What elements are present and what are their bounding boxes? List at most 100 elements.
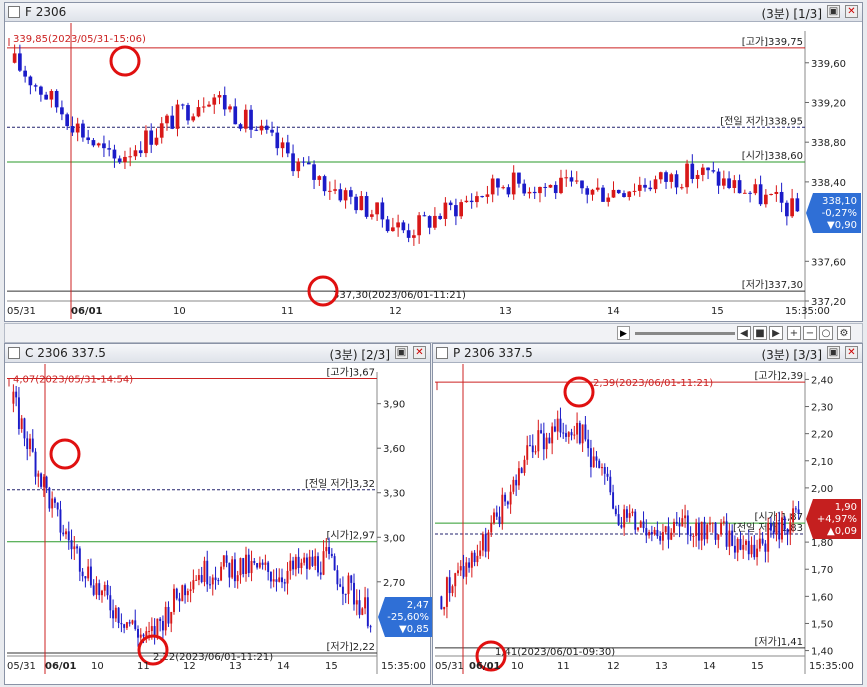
zoom-out-icon[interactable]: − — [803, 326, 817, 340]
put-chart-svg[interactable]: 2,40 2,30 2,20 2,10 2,00 1,80 1,70 1,60 1,50 1,40… — [433, 344, 864, 686]
candle-body — [716, 171, 721, 186]
candle-body — [333, 189, 337, 191]
candle-body — [772, 530, 775, 535]
candle-body — [506, 501, 509, 505]
candle-body — [515, 479, 518, 486]
candle-body — [359, 196, 364, 211]
candle-body — [406, 230, 411, 238]
candle-body — [269, 571, 272, 582]
candle-body — [98, 583, 101, 596]
x-tick-label: 15 — [325, 661, 338, 672]
candle-body — [584, 424, 587, 440]
candle-body — [128, 622, 131, 624]
scroll-right-arrow-icon[interactable]: ▶ — [617, 326, 630, 340]
candle-body — [603, 467, 606, 474]
candle-body — [658, 172, 663, 180]
reference-label-open: [시가]338,60 — [742, 150, 803, 162]
candle-body — [706, 524, 709, 540]
candle-body — [433, 215, 437, 228]
candle-body — [574, 180, 579, 182]
zoom-reset-icon[interactable]: ○ — [819, 326, 833, 340]
y-tick-label: 1,40 — [811, 647, 833, 658]
candle-body — [612, 492, 615, 509]
scroll-end-icon[interactable]: ▶ — [769, 326, 783, 340]
candle-body — [559, 418, 562, 433]
candle-body — [301, 161, 306, 163]
candle-body — [469, 200, 474, 203]
x-tick-label: 13 — [229, 661, 242, 672]
candle-body — [532, 191, 537, 194]
candle-body — [54, 91, 59, 108]
candle-body — [45, 476, 48, 488]
chart-scrollbar[interactable]: ▶ ◀ ■ ▶ + − ○ ⚙ — [4, 323, 863, 343]
candle-body — [454, 205, 458, 217]
candle-body — [769, 193, 773, 195]
candle-body — [511, 172, 516, 195]
candle-body — [645, 528, 648, 536]
y-tick-label: 3,90 — [383, 400, 405, 411]
candle-body — [222, 95, 227, 110]
candle-body — [78, 548, 81, 572]
candle-body — [300, 562, 303, 568]
futures-chart-svg[interactable]: 339,60339,20338,80338,40337,60337,20[고가]… — [5, 3, 864, 323]
candle-body — [501, 494, 504, 525]
candle-body — [76, 546, 79, 549]
candle-body — [559, 177, 563, 194]
candle-body — [553, 184, 558, 194]
candle-body — [487, 532, 490, 552]
candle-body — [355, 600, 358, 605]
call-chart-panel[interactable]: C 2306 337.5 (3분) [2/3] ▣ ✕ 3,90 3,60 3,30… — [4, 343, 432, 686]
candle-body — [590, 189, 595, 195]
x-tick-label: 14 — [607, 306, 620, 317]
y-tick-label: 3,30 — [383, 489, 405, 500]
candle-body — [538, 186, 542, 194]
candle-body — [222, 555, 225, 567]
y-tick-label: 1,50 — [811, 619, 833, 630]
zoom-in-icon[interactable]: + — [787, 326, 801, 340]
candle-body — [44, 94, 48, 100]
reference-label-high: [고가]3,67 — [327, 366, 375, 378]
zoom-track[interactable] — [635, 332, 735, 335]
x-tick-label: 15 — [751, 661, 764, 672]
candle-body — [595, 187, 600, 190]
reference-label-prev: [전일 저가]3,32 — [305, 478, 375, 490]
candle-body — [228, 106, 232, 110]
highlight-circle — [109, 45, 141, 77]
candle-body — [385, 219, 390, 232]
candle-body — [361, 608, 364, 615]
candle-body — [537, 430, 540, 452]
settings-wrench-icon[interactable]: ⚙ — [837, 326, 851, 340]
candle-body — [153, 626, 156, 636]
candle-body — [620, 525, 623, 528]
candle-body — [65, 114, 69, 127]
candle-body — [23, 70, 27, 77]
candle-body — [648, 532, 651, 536]
candle-body — [631, 511, 634, 514]
put-chart-panel[interactable]: P 2306 337.5 (3분) [3/3] ▣ ✕ 2,40 2,30 2,20… — [432, 343, 863, 685]
scroll-left-icon[interactable]: ◀ — [737, 326, 751, 340]
candle-body — [464, 200, 469, 203]
y-tick-label: 339,60 — [811, 59, 846, 70]
candle-body — [225, 555, 228, 563]
call-chart-svg[interactable]: 3,90 3,60 3,30 3,00 2,70 [고가]3,67 [전일 저가]3,32 [… — [5, 344, 432, 686]
futures-chart-panel[interactable]: F 2306 (3분) [1/3] ▣ ✕ 339,60 339,20 338,80… — [4, 2, 863, 322]
candle-body — [648, 187, 653, 190]
candle-body — [154, 137, 159, 145]
stop-icon[interactable]: ■ — [753, 326, 767, 340]
candle-body — [259, 125, 264, 131]
candle-body — [706, 167, 710, 171]
x-tick-label: 15:35:00 — [381, 661, 426, 672]
candle-body — [209, 584, 211, 586]
candle-body — [184, 585, 187, 596]
candle-body — [490, 523, 493, 533]
candle-body — [170, 115, 175, 129]
reference-label-low: [저가]1,41 — [755, 636, 803, 648]
candle-body — [29, 438, 31, 450]
candle-body — [56, 502, 59, 510]
candle-body — [690, 163, 695, 179]
candle-body — [239, 558, 242, 576]
candle-body — [207, 104, 211, 107]
candle-body — [473, 552, 476, 563]
candle-body — [134, 620, 137, 629]
candle-body — [159, 123, 164, 138]
